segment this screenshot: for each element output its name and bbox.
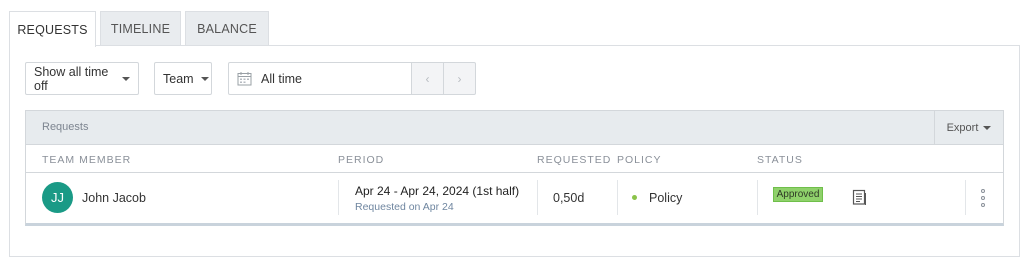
cell-divider [965,180,966,215]
chevron-left-icon: ‹ [425,71,430,86]
table-title: Requests [42,121,89,133]
table-header: TEAM MEMBER PERIOD REQUESTED POLICY STAT… [26,145,1003,173]
chevron-right-icon: › [457,71,462,86]
date-range-label: All time [261,71,302,86]
document-icon[interactable] [852,189,868,206]
avatar: JJ [42,182,73,213]
next-period-button[interactable]: › [444,62,476,95]
view-tabs: REQUESTS TIMELINE BALANCE [9,11,273,47]
date-range-field[interactable]: All time [228,62,412,95]
requested-on-date: Requested on Apr 24 [355,201,454,213]
tab-timeline[interactable]: TIMELINE [100,11,181,46]
time-off-type-label: Show all time off [34,64,109,93]
date-range-picker: All time ‹ › [228,62,476,95]
kebab-dot [981,189,985,193]
cell-divider [537,180,538,215]
export-button[interactable]: Export [934,111,1003,144]
requested-amount: 0,50d [553,191,585,205]
team-dropdown[interactable]: Team [154,62,212,95]
caret-down-icon [122,76,130,81]
column-header-requested: REQUESTED [537,154,612,166]
calendar-icon [237,71,252,86]
cell-divider [757,180,758,215]
caret-down-icon [983,125,992,130]
tab-requests[interactable]: REQUESTS [9,11,96,47]
cell-divider [617,180,618,215]
avatar-initials: JJ [51,190,64,205]
column-header-status: STATUS [757,154,803,166]
kebab-dot [981,203,985,207]
cell-divider [338,180,339,215]
filter-bar: Show all time off Team All time ‹ › [25,62,476,95]
kebab-dot [981,196,985,200]
export-label: Export [946,121,979,134]
column-header-team-member: TEAM MEMBER [42,154,132,166]
table-toolbar: Requests Export [26,111,1003,145]
table-row[interactable]: JJ John Jacob Apr 24 - Apr 24, 2024 (1st… [26,173,1003,224]
caret-down-icon [200,76,209,81]
requests-table: Requests Export TEAM MEMBER PERIOD REQUE… [25,110,1004,226]
requests-panel: Show all time off Team All time ‹ › Requ… [9,45,1020,257]
team-label: Team [163,71,194,86]
status-badge: Approved [773,187,823,202]
policy-name: Policy [649,191,683,205]
tab-balance[interactable]: BALANCE [185,11,269,46]
previous-period-button[interactable]: ‹ [412,62,444,95]
team-member-name[interactable]: John Jacob [82,191,146,205]
more-options-icon[interactable] [980,189,986,207]
column-header-period: PERIOD [338,154,385,166]
policy-color-dot [632,195,637,200]
time-off-type-dropdown[interactable]: Show all time off [25,62,139,95]
column-header-policy: POLICY [617,154,662,166]
period-range: Apr 24 - Apr 24, 2024 (1st half) [355,184,520,198]
